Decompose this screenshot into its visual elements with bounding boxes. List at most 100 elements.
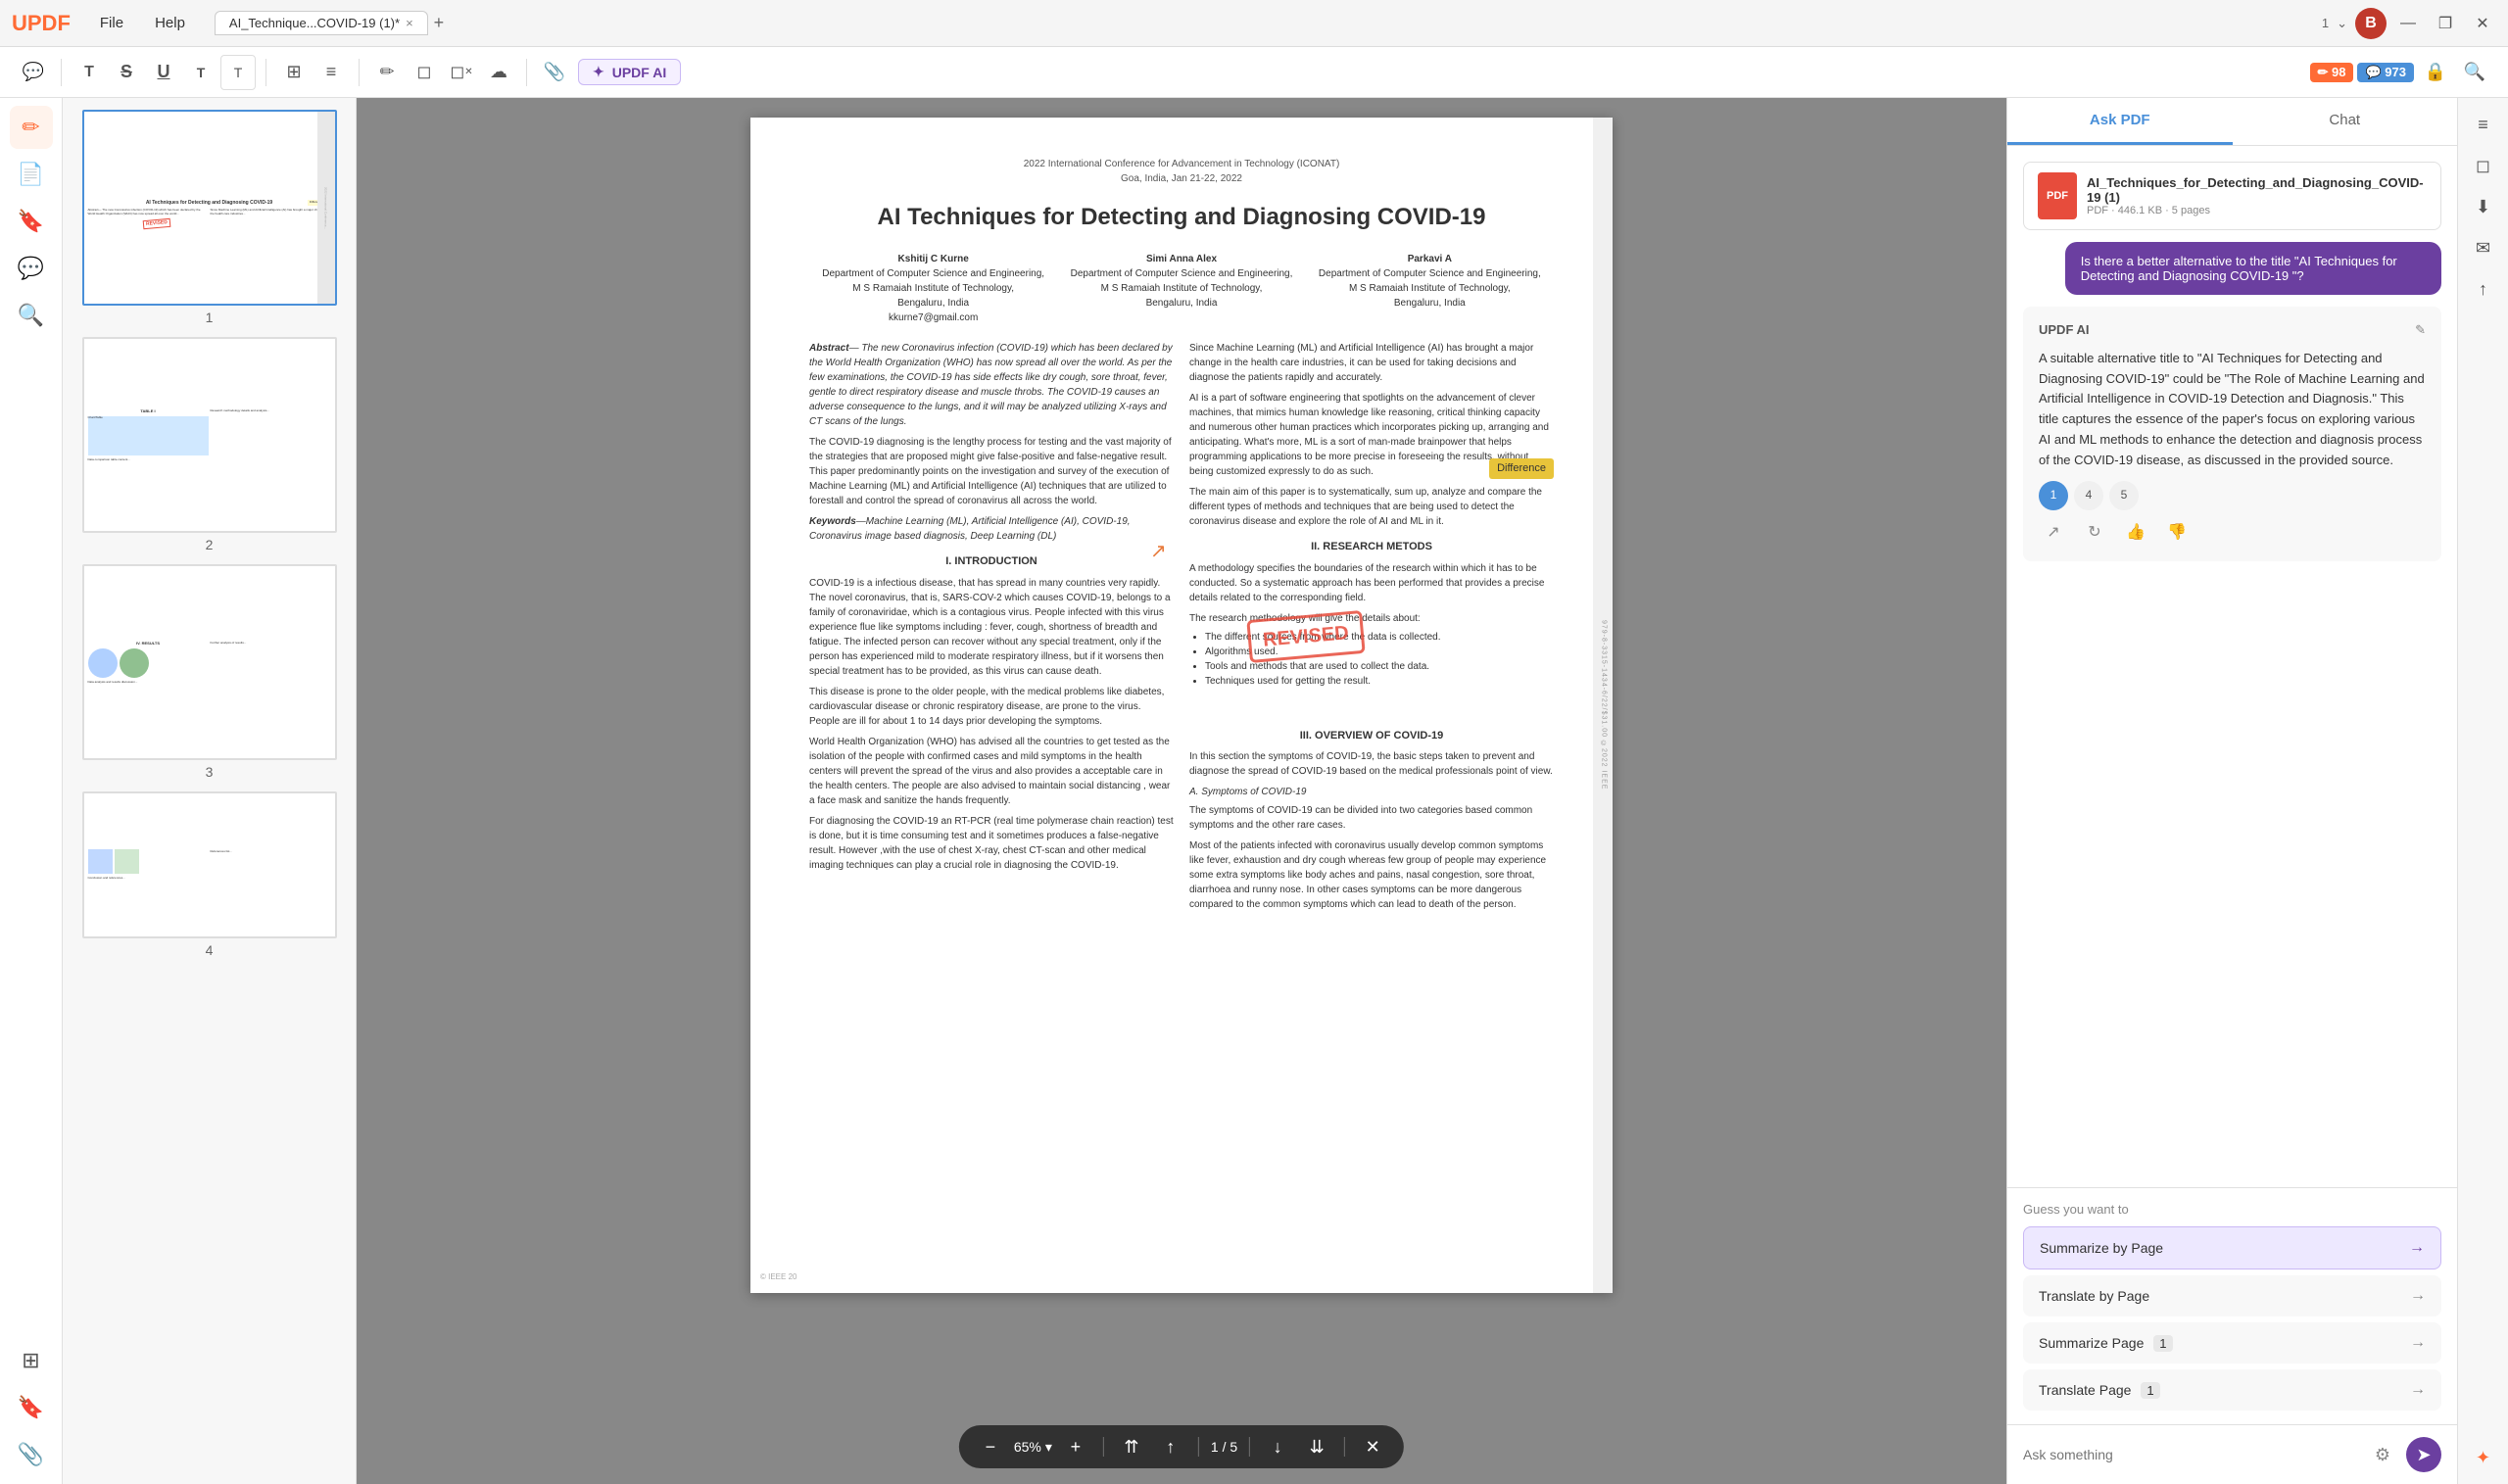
scroll-down-button[interactable]: ↓ (1262, 1431, 1293, 1462)
page-chip-4[interactable]: 4 (2074, 481, 2103, 510)
ai-tab-bar: Ask PDF Chat (2007, 98, 2457, 146)
share-button[interactable]: ↗ (2039, 518, 2068, 548)
sidebar-icon-pages[interactable]: 📄 (10, 153, 53, 196)
bottom-separator-1 (1103, 1437, 1104, 1457)
sidebar-icon-bookmarks[interactable]: 🔖 (10, 200, 53, 243)
menu-help[interactable]: Help (141, 11, 199, 35)
file-card[interactable]: PDF AI_Techniques_for_Detecting_and_Diag… (2023, 162, 2441, 230)
zoom-level: 65% (1014, 1439, 1041, 1455)
ai-response-header: UPDF AI ✎ (2039, 320, 2426, 341)
thumbs-up-button[interactable]: 👍 (2121, 518, 2150, 548)
list-tool[interactable]: ≡ (314, 55, 349, 90)
refresh-button[interactable]: ↻ (2080, 518, 2109, 548)
underline-tool[interactable]: U (146, 55, 181, 90)
tab-ask-pdf[interactable]: Ask PDF (2007, 98, 2233, 145)
text-insert-tool[interactable]: T (183, 55, 218, 90)
thumbnail-3[interactable]: IV. RESULTS Data analysis and results di… (71, 564, 348, 780)
guess-translate-page[interactable]: Translate Page 1 → (2023, 1369, 2441, 1411)
zoom-out-button[interactable]: − (975, 1431, 1006, 1462)
tab-close-button[interactable]: × (406, 16, 413, 30)
page-chip-5[interactable]: 5 (2109, 481, 2139, 510)
close-viewer-button[interactable]: ✕ (1357, 1431, 1388, 1462)
thumbnail-4[interactable]: Conclusion and references... References … (71, 791, 348, 958)
stamp-tool[interactable]: ☁ (481, 55, 516, 90)
page-display: 1 / 5 (1211, 1439, 1237, 1455)
maximize-button[interactable]: ❐ (2432, 10, 2459, 37)
badge-right-icon: 💬 (2365, 65, 2385, 79)
badge-right: 💬 973 (2357, 63, 2414, 82)
highlight-tool[interactable]: T (72, 55, 107, 90)
research-section-title: II. RESEARCH METODS (1189, 539, 1554, 555)
far-icon-share[interactable]: ↑ (2465, 270, 2502, 308)
scroll-top-button[interactable]: ⇈ (1116, 1431, 1147, 1462)
new-tab-button[interactable]: + (434, 13, 445, 33)
menu-file[interactable]: File (86, 11, 137, 35)
user-message-container: Is there a better alternative to the tit… (2023, 242, 2441, 295)
pdf-left-col: Abstract— The new Coronavirus infection … (809, 341, 1174, 918)
page-chips: 1 4 5 (2039, 481, 2426, 510)
ai-edit-button[interactable]: ✎ (2415, 320, 2426, 341)
page-chip-1[interactable]: 1 (2039, 481, 2068, 510)
scroll-up-button[interactable]: ↑ (1155, 1431, 1186, 1462)
summarize-page-number: 1 (2153, 1335, 2172, 1352)
sidebar-icon-comments[interactable]: 💬 (10, 247, 53, 290)
zoom-dropdown-icon[interactable]: ▾ (1045, 1439, 1052, 1456)
updf-ai-button[interactable]: ✦ UPDF AI (578, 59, 681, 85)
text-replace-tool[interactable]: T (220, 55, 256, 90)
attachment-tool[interactable]: 📎 (537, 55, 572, 90)
far-icon-email[interactable]: ✉ (2465, 229, 2502, 266)
bottom-toolbar: − 65% ▾ + ⇈ ↑ 1 / 5 ↓ ⇊ ✕ (959, 1425, 1404, 1468)
copyright: © IEEE 20 (760, 1271, 796, 1283)
sidebar-icon-search[interactable]: 🔍 (10, 294, 53, 337)
guess-summarize-by-page-label: Summarize by Page (2040, 1240, 2163, 1256)
guess-summarize-by-page[interactable]: Summarize by Page → (2023, 1226, 2441, 1269)
close-button[interactable]: ✕ (2469, 10, 2496, 37)
ask-settings-icon[interactable]: ⚙ (2367, 1439, 2398, 1470)
pdf-viewer[interactable]: 2022 International Conference for Advanc… (357, 98, 2006, 1484)
overview-section-title: III. OVERVIEW OF COVID-19 (1189, 728, 1554, 744)
guess-summarize-page[interactable]: Summarize Page 1 → (2023, 1322, 2441, 1364)
drawing-tools: ⊞ ≡ (276, 55, 349, 90)
left-sidebar: ✏ 📄 🔖 💬 🔍 ⊞ 🔖 📎 (0, 98, 63, 1484)
guess-title: Guess you want to (2023, 1202, 2441, 1217)
ask-send-button[interactable]: ➤ (2406, 1437, 2441, 1472)
strikethrough-tool[interactable]: S (109, 55, 144, 90)
far-icon-logo-bottom[interactable]: ✦ (2465, 1439, 2502, 1476)
annotation-tools: ✏ ◻ ◻✕ ☁ (369, 55, 516, 90)
lock-button[interactable]: 🔒 (2418, 55, 2453, 90)
pdf-conference-header: 2022 International Conference for Advanc… (809, 157, 1554, 186)
sidebar-icon-attachments[interactable]: 📎 (10, 1433, 53, 1476)
far-icon-menu[interactable]: ≡ (2465, 106, 2502, 143)
comment-tool[interactable]: 💬 (16, 55, 51, 90)
guess-translate-page-label: Translate Page 1 (2039, 1382, 2160, 1398)
sidebar-icon-layers[interactable]: ⊞ (10, 1339, 53, 1382)
table-tool[interactable]: ⊞ (276, 55, 312, 90)
intro-section-title: I. INTRODUCTION (809, 553, 1174, 570)
minimize-button[interactable]: — (2394, 10, 2422, 37)
zoom-in-button[interactable]: + (1060, 1431, 1091, 1462)
scroll-bottom-button[interactable]: ⇊ (1301, 1431, 1332, 1462)
guess-translate-by-page[interactable]: Translate by Page → (2023, 1275, 2441, 1316)
main-layout: ✏ 📄 🔖 💬 🔍 ⊞ 🔖 📎 AI Techniques for Detect… (0, 98, 2508, 1484)
annotation-arrow: ↗ (1150, 537, 1167, 566)
ask-input[interactable] (2023, 1447, 2359, 1462)
thumbs-down-button[interactable]: 👎 (2162, 518, 2192, 548)
eraser-tool[interactable]: ◻✕ (444, 55, 479, 90)
active-tab[interactable]: AI_Technique...COVID-19 (1)* × (215, 11, 428, 35)
thumbnail-2[interactable]: TABLE I Chart/Table Data comparison tabl… (71, 337, 348, 552)
sidebar-icon-bookmarks2[interactable]: 🔖 (10, 1386, 53, 1429)
shape-tool[interactable]: ◻ (407, 55, 442, 90)
user-avatar[interactable]: B (2355, 8, 2387, 39)
thumbnail-1[interactable]: AI Techniques for Detecting and Diagnosi… (71, 110, 348, 325)
pdf-page: 2022 International Conference for Advanc… (750, 118, 1613, 1293)
pen-tool[interactable]: ✏ (369, 55, 405, 90)
far-icon-view[interactable]: ◻ (2465, 147, 2502, 184)
guess-translate-by-page-label: Translate by Page (2039, 1288, 2149, 1304)
sidebar-icon-markup[interactable]: ✏ (10, 106, 53, 149)
ask-area: ⚙ ➤ (2007, 1424, 2457, 1484)
tab-chat[interactable]: Chat (2233, 98, 2458, 145)
far-icon-download[interactable]: ⬇ (2465, 188, 2502, 225)
window-controls: — ❐ ✕ (2394, 10, 2496, 37)
search-button[interactable]: 🔍 (2457, 55, 2492, 90)
ai-chat-area[interactable]: PDF AI_Techniques_for_Detecting_and_Diag… (2007, 146, 2457, 1187)
